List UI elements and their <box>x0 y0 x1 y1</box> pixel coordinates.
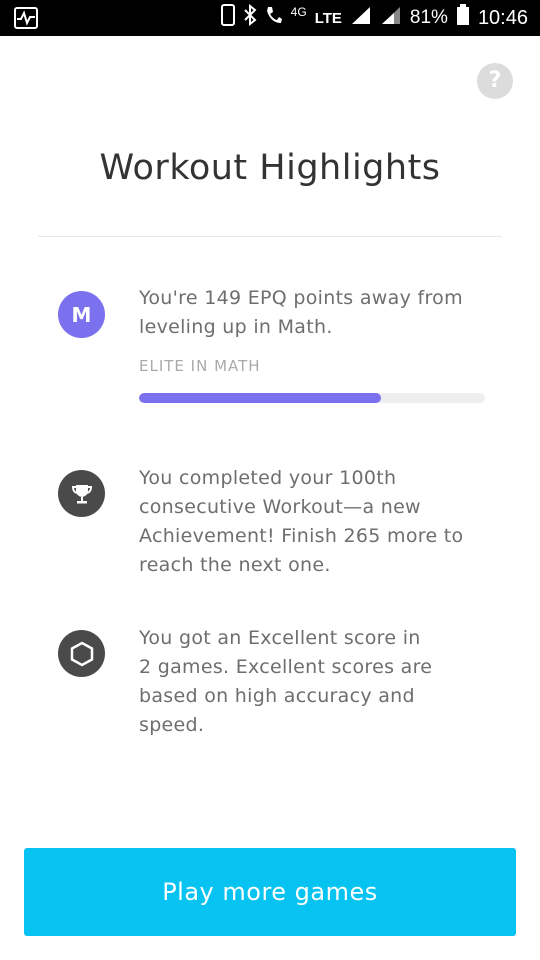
math-badge-icon: M <box>58 291 105 338</box>
math-badge-letter: M <box>71 302 92 327</box>
battery-percent: 81% <box>409 7 448 28</box>
level-progress-bar <box>139 393 485 403</box>
trophy-icon <box>58 470 105 517</box>
achievement-text: You completed your 100th consecutive Wor… <box>139 467 464 576</box>
bluetooth-icon <box>243 3 257 32</box>
battery-icon <box>456 4 470 32</box>
page-title: Workout Highlights <box>99 148 441 188</box>
pulse-app-icon <box>14 7 38 29</box>
network-type: 4G <box>290 5 307 19</box>
lte-label: LTE <box>314 9 342 27</box>
title-divider <box>38 236 502 237</box>
help-button[interactable]: ? <box>477 63 513 99</box>
call-icon <box>265 5 283 31</box>
clock: 10:46 <box>477 6 528 29</box>
status-icons: 4G LTE 81% 10:46 <box>220 0 528 36</box>
signal-icon-2 <box>380 5 402 31</box>
level-progress-fill <box>139 393 382 403</box>
signal-icon <box>350 5 372 31</box>
status-bar: 4G LTE 81% 10:46 <box>0 0 540 36</box>
play-more-games-button[interactable]: Play more games <box>24 848 516 936</box>
hexagon-icon <box>58 630 105 677</box>
level-label: ELITE IN MATH <box>139 357 261 375</box>
level-progress-text: You're 149 EPQ points away from leveling… <box>139 287 463 338</box>
excellent-score-text: You got an Excellent score in 2 games. E… <box>139 627 433 736</box>
phone-icon <box>220 4 235 32</box>
